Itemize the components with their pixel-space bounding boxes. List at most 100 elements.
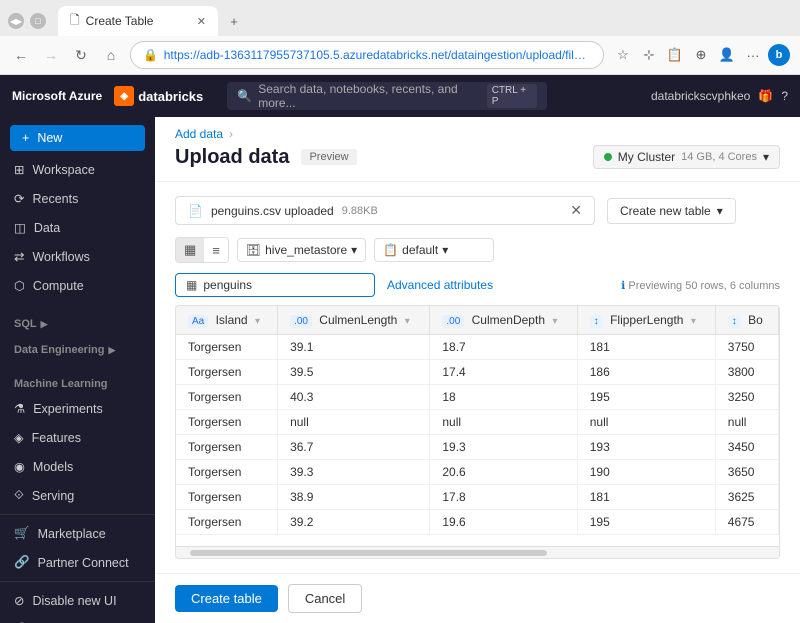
table-name-field[interactable]: ▦ penguins [175,273,375,297]
features-icon: ◈ [14,430,24,445]
data-table: Aa Island ▾ .00 CulmenLength ▾ [176,306,779,535]
col-resize-bo[interactable] [774,306,778,334]
col-header-bo[interactable]: ↕ Bo [715,306,778,335]
col-resize-culmen-depth[interactable] [573,306,577,334]
clear-file-button[interactable]: ✕ [570,202,582,219]
sort-icon-culmen-depth[interactable]: ▾ [552,316,557,327]
create-table-button[interactable]: Create table [175,585,278,612]
serving-label: Serving [32,489,74,503]
table-name-row: ▦ penguins Advanced attributes ℹ Preview… [175,273,780,297]
help-icon[interactable]: ? [781,89,788,103]
active-browser-tab[interactable]: 🗋 Create Table ✕ [58,6,218,36]
sidebar-item-compute[interactable]: ⬡ Compute [0,271,155,300]
new-window-icon[interactable]: □ [30,13,46,29]
table-cell: 181 [577,485,715,510]
bottom-bar: Create table Cancel [155,573,800,623]
sidebar-item-data[interactable]: ◫ Data [0,213,155,242]
cluster-name: My Cluster [618,150,675,164]
sidebar-item-marketplace[interactable]: 🛒 Marketplace [0,519,155,548]
sidebar-item-recents[interactable]: ⟳ Recents [0,184,155,213]
col-header-island[interactable]: Aa Island ▾ [176,306,278,335]
create-table-dropdown[interactable]: Create new table ▾ [607,198,736,224]
col-header-culmen-length[interactable]: .00 CulmenLength ▾ [278,306,430,335]
col-resize-culmen-length[interactable] [425,306,429,334]
table-header: Aa Island ▾ .00 CulmenLength ▾ [176,306,779,335]
breadcrumb-parent[interactable]: Add data [175,127,223,141]
col-type-island: Aa [188,315,208,328]
edge-button[interactable]: b [768,44,790,66]
favorites-icon[interactable]: ⊹ [638,44,660,66]
col-header-culmen-depth[interactable]: .00 CulmenDepth ▾ [430,306,577,335]
sidebar-item-workspace[interactable]: ⊞ Workspace [0,155,155,184]
cluster-chevron-icon: ▾ [763,150,769,164]
col-resize-island[interactable] [273,306,277,334]
sidebar-item-features[interactable]: ◈ Features [0,423,155,452]
azure-logo: Microsoft Azure [12,89,102,103]
sort-icon-culmen-length[interactable]: ▾ [405,316,410,327]
col-type-bo: ↕ [728,315,741,328]
experiments-label: Experiments [33,402,102,416]
new-label: New [37,131,62,145]
sort-icon-island[interactable]: ▾ [255,316,260,327]
data-table-wrapper: Aa Island ▾ .00 CulmenLength ▾ [175,305,780,559]
table-cell: 181 [577,335,715,360]
workflows-label: Workflows [32,250,89,264]
table-scroll[interactable]: Aa Island ▾ .00 CulmenLength ▾ [176,306,779,546]
sidebar-item-models[interactable]: ◉ Models [0,452,155,481]
window-controls[interactable]: ◀▶ □ [8,13,46,29]
catalog-selector[interactable]: 🗄 hive_metastore ▾ [237,238,366,262]
star-icon[interactable]: ☆ [612,44,634,66]
cancel-button[interactable]: Cancel [288,584,362,613]
upload-row: 📄 penguins.csv uploaded 9.88KB ✕ Create … [175,196,780,225]
workspace-selector[interactable]: databrickscvphkeo [651,89,750,103]
experiments-icon: ⚗ [14,401,25,416]
sidebar-item-serving[interactable]: ⟐ Serving [0,481,155,510]
gift-icon[interactable]: 🎁 [758,89,773,103]
col-header-flipper-length[interactable]: ↕ FlipperLength ▾ [577,306,715,335]
global-search[interactable]: 🔍 Search data, notebooks, recents, and m… [227,82,547,110]
horizontal-scrollbar[interactable] [176,546,779,558]
new-button[interactable]: + New [10,125,145,151]
sidebar-item-experiments[interactable]: ⚗ Experiments [0,394,155,423]
sidebar-item-disable-ui[interactable]: ⊘ Disable new UI [0,586,155,615]
info-icon: ℹ [621,280,625,292]
back-button[interactable]: ← [10,44,32,66]
table-cell: 20.6 [430,460,577,485]
breadcrumb-separator: › [229,127,233,141]
col-resize-flipper-length[interactable] [711,306,715,334]
refresh-button[interactable]: ↻ [70,44,92,66]
scrollbar-thumb[interactable] [190,550,547,556]
sidebar-section-sql[interactable]: SQL ▶ [0,308,155,334]
sidebar-section-data-engineering[interactable]: Data Engineering ▶ [0,334,155,360]
new-tab-button[interactable]: + [222,9,246,33]
sidebar-item-feedback[interactable]: 💬 Provide feedback [0,615,155,623]
compute-label: Compute [33,279,84,293]
sidebar-item-workflows[interactable]: ⇄ Workflows [0,242,155,271]
advanced-attributes-link[interactable]: Advanced attributes [387,278,493,292]
extensions-icon[interactable]: ⊕ [690,44,712,66]
tab-close-button[interactable]: ✕ [197,15,206,28]
cluster-selector[interactable]: My Cluster 14 GB, 4 Cores ▾ [593,145,780,169]
settings-icon[interactable]: ··· [742,44,764,66]
collections-icon[interactable]: 📋 [664,44,686,66]
table-cell: 3450 [715,435,778,460]
home-button[interactable]: ⌂ [100,44,122,66]
disable-ui-label: Disable new UI [32,594,116,608]
table-cell: 4675 [715,510,778,535]
address-bar[interactable]: 🔒 https://adb-1363117955737105.5.azureda… [130,41,604,69]
sort-icon-flipper-length[interactable]: ▾ [691,316,696,327]
preview-info: ℹ Previewing 50 rows, 6 columns [621,279,780,292]
file-icon: 📄 [188,204,203,218]
view-toggle[interactable]: ▦ ≡ [175,237,229,263]
table-cell: 38.9 [278,485,430,510]
table-cell: 39.3 [278,460,430,485]
filename: penguins.csv uploaded [211,204,334,218]
account-icon[interactable]: 👤 [716,44,738,66]
databricks-icon: ◈ [114,86,134,106]
sidebar-item-partner-connect[interactable]: 🔗 Partner Connect [0,548,155,577]
back-forward-icon[interactable]: ◀▶ [8,13,24,29]
table-view-button[interactable]: ▦ [176,238,204,262]
schema-selector[interactable]: 📋 default ▾ [374,238,494,262]
forward-button[interactable]: → [40,44,62,66]
list-view-button[interactable]: ≡ [204,238,228,262]
